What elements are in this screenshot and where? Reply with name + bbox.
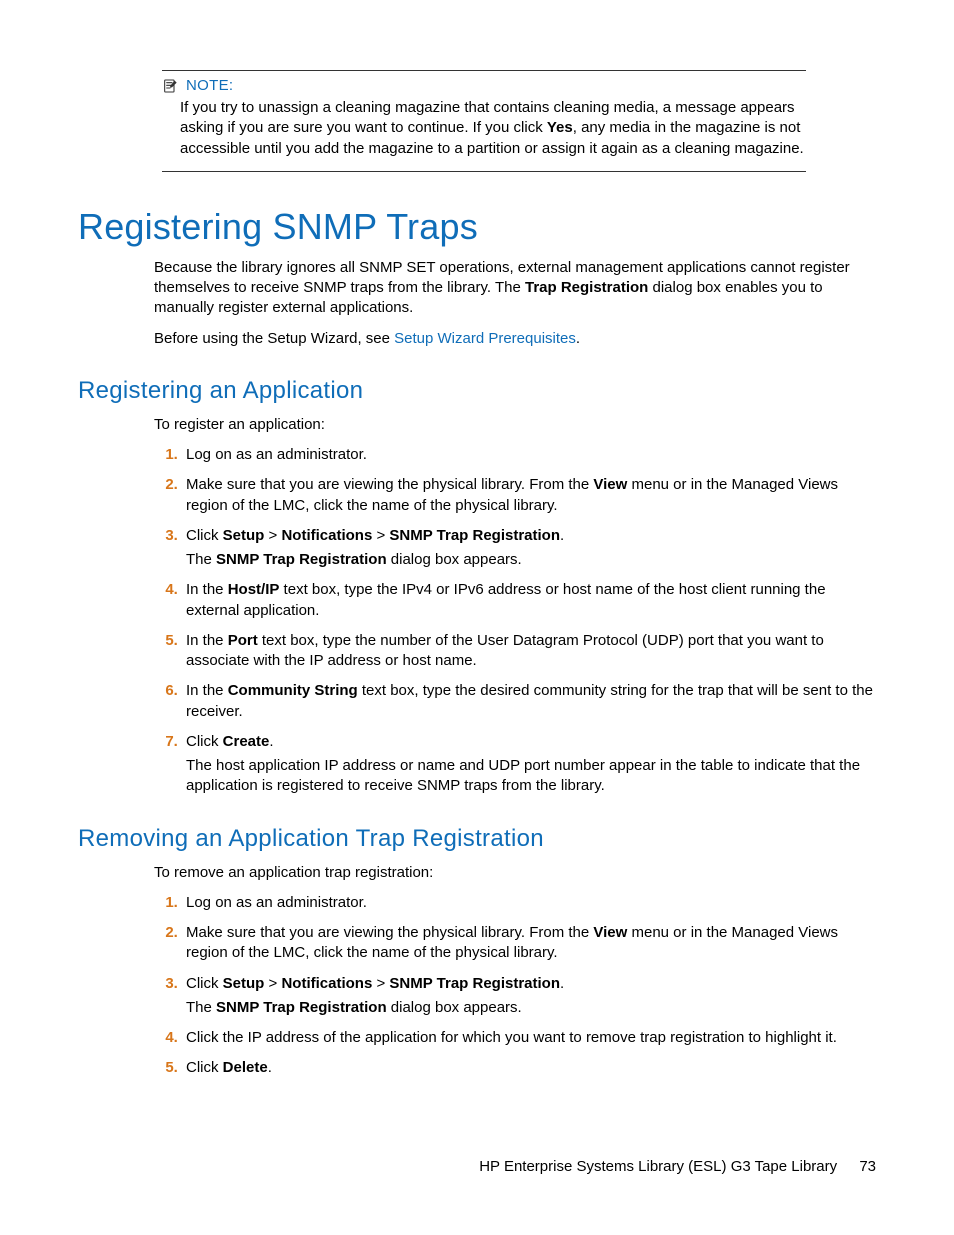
stepB-3-click: Click (186, 975, 223, 992)
stepB-3: Click Setup > Notifications > SNMP Trap … (182, 974, 876, 1019)
heading-registering-snmp-traps: Registering SNMP Traps (78, 206, 876, 248)
stepA-3-sep2: > (372, 527, 389, 544)
footer-doc-title: HP Enterprise Systems Library (ESL) G3 T… (479, 1158, 837, 1175)
stepA-5-b: Port (228, 632, 258, 649)
stepA-2: Make sure that you are viewing the physi… (182, 475, 876, 516)
note-icon (162, 78, 178, 94)
stepA-4-pre: In the (186, 581, 228, 598)
stepB-2-pre: Make sure that you are viewing the physi… (186, 924, 593, 941)
document-page: NOTE: If you try to unassign a cleaning … (0, 0, 954, 1235)
note-box: NOTE: If you try to unassign a cleaning … (162, 70, 806, 172)
stepB-3-l2-post: dialog box appears. (387, 999, 522, 1016)
intro2-pre: Before using the Setup Wizard, see (154, 330, 394, 347)
stepB-3-l2-pre: The (186, 999, 216, 1016)
stepB-5-b: Delete (223, 1059, 268, 1076)
stepB-3-setup: Setup (223, 975, 265, 992)
heading-registering-application: Registering an Application (78, 377, 876, 405)
stepB-1-text: Log on as an administrator. (186, 894, 367, 911)
stepA-3-click: Click (186, 527, 223, 544)
stepA-1-text: Log on as an administrator. (186, 446, 367, 463)
stepA-3-snmp: SNMP Trap Registration (389, 527, 560, 544)
sectionB-lead: To remove an application trap registrati… (154, 863, 876, 883)
link-setup-wizard-prerequisites[interactable]: Setup Wizard Prerequisites (394, 330, 576, 347)
stepA-3-l2-pre: The (186, 551, 216, 568)
stepA-1: Log on as an administrator. (182, 445, 876, 465)
stepB-2: Make sure that you are viewing the physi… (182, 923, 876, 964)
stepA-7-b: Create (223, 733, 270, 750)
stepB-5-end: . (268, 1059, 272, 1076)
stepB-3-notif: Notifications (281, 975, 372, 992)
stepA-3: Click Setup > Notifications > SNMP Trap … (182, 526, 876, 571)
stepB-3-l2-b: SNMP Trap Registration (216, 999, 387, 1016)
stepB-1: Log on as an administrator. (182, 893, 876, 913)
stepA-3-setup: Setup (223, 527, 265, 544)
sectionA-steps: Log on as an administrator. Make sure th… (154, 445, 876, 797)
intro-paragraph-1: Because the library ignores all SNMP SET… (154, 258, 876, 319)
stepA-2-view: View (593, 476, 627, 493)
stepB-3-snmp: SNMP Trap Registration (389, 975, 560, 992)
stepA-5-post: text box, type the number of the User Da… (186, 632, 824, 669)
stepB-4-text: Click the IP address of the application … (186, 1029, 837, 1046)
stepA-3-end: . (560, 527, 564, 544)
stepA-7: Click Create. The host application IP ad… (182, 732, 876, 797)
stepA-3-sep1: > (264, 527, 281, 544)
stepB-3-sep2: > (372, 975, 389, 992)
stepA-7-l2: The host application IP address or name … (186, 757, 860, 794)
stepA-4-b: Host/IP (228, 581, 280, 598)
stepA-4: In the Host/IP text box, type the IPv4 o… (182, 580, 876, 621)
stepA-3-l2-b: SNMP Trap Registration (216, 551, 387, 568)
stepB-3-end: . (560, 975, 564, 992)
stepA-6-pre: In the (186, 682, 228, 699)
stepA-4-post: text box, type the IPv4 or IPv6 address … (186, 581, 826, 618)
note-body: If you try to unassign a cleaning magazi… (180, 98, 806, 159)
intro1-bold: Trap Registration (525, 279, 648, 296)
stepA-7-click: Click (186, 733, 223, 750)
sectionB-steps: Log on as an administrator. Make sure th… (154, 893, 876, 1079)
stepA-3-notif: Notifications (281, 527, 372, 544)
page-number: 73 (859, 1158, 876, 1175)
stepB-2-view: View (593, 924, 627, 941)
stepA-5: In the Port text box, type the number of… (182, 631, 876, 672)
sectionA-lead: To register an application: (154, 415, 876, 435)
stepA-2-pre: Make sure that you are viewing the physi… (186, 476, 593, 493)
stepA-5-pre: In the (186, 632, 228, 649)
page-footer: HP Enterprise Systems Library (ESL) G3 T… (479, 1158, 876, 1175)
stepA-6-b: Community String (228, 682, 358, 699)
note-header: NOTE: (162, 77, 806, 94)
note-bold-yes: Yes (547, 119, 573, 136)
heading-removing-application-trap: Removing an Application Trap Registratio… (78, 825, 876, 853)
stepB-5-click: Click (186, 1059, 223, 1076)
stepB-4: Click the IP address of the application … (182, 1028, 876, 1048)
stepA-7-end: . (269, 733, 273, 750)
stepB-5: Click Delete. (182, 1058, 876, 1078)
stepA-6: In the Community String text box, type t… (182, 681, 876, 722)
stepA-3-l2-post: dialog box appears. (387, 551, 522, 568)
note-label: NOTE: (186, 77, 233, 94)
stepB-3-sep1: > (264, 975, 281, 992)
intro2-post: . (576, 330, 580, 347)
intro-paragraph-2: Before using the Setup Wizard, see Setup… (154, 329, 876, 349)
